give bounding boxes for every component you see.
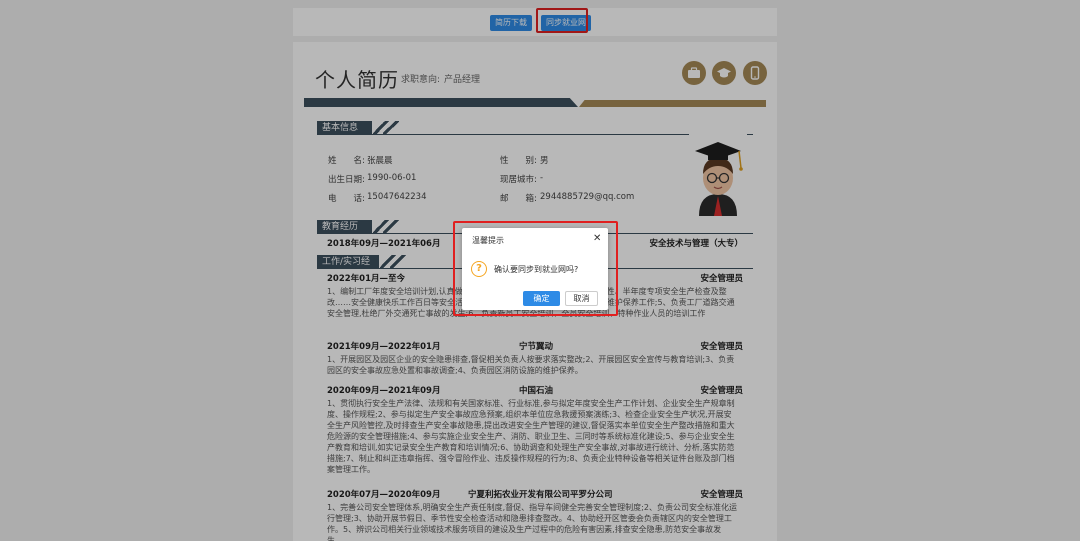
- dialog-highlight: [453, 221, 618, 316]
